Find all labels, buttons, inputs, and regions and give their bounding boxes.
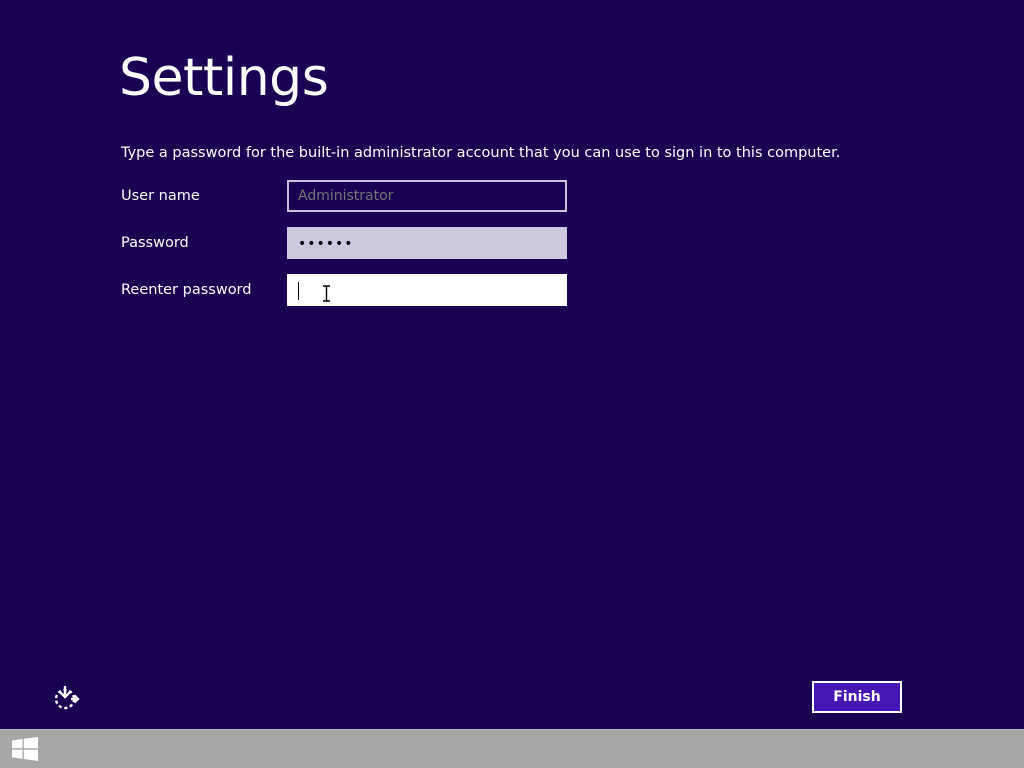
instruction-text: Type a password for the built-in adminis…: [121, 145, 841, 161]
password-label: Password: [121, 235, 189, 251]
page-title: Settings: [119, 48, 329, 108]
password-value: ••••••: [298, 236, 354, 252]
ibeam-cursor-icon: [323, 285, 330, 302]
finish-button[interactable]: Finish: [812, 681, 902, 713]
windows-logo-icon: [12, 737, 38, 761]
reenter-password-label: Reenter password: [121, 282, 252, 298]
taskbar: [0, 729, 1024, 768]
text-caret: [298, 282, 299, 300]
password-field[interactable]: ••••••: [287, 227, 567, 259]
username-label: User name: [121, 188, 200, 204]
start-button[interactable]: [0, 730, 50, 768]
username-field[interactable]: [287, 180, 567, 212]
ease-of-access-icon[interactable]: [52, 684, 80, 712]
